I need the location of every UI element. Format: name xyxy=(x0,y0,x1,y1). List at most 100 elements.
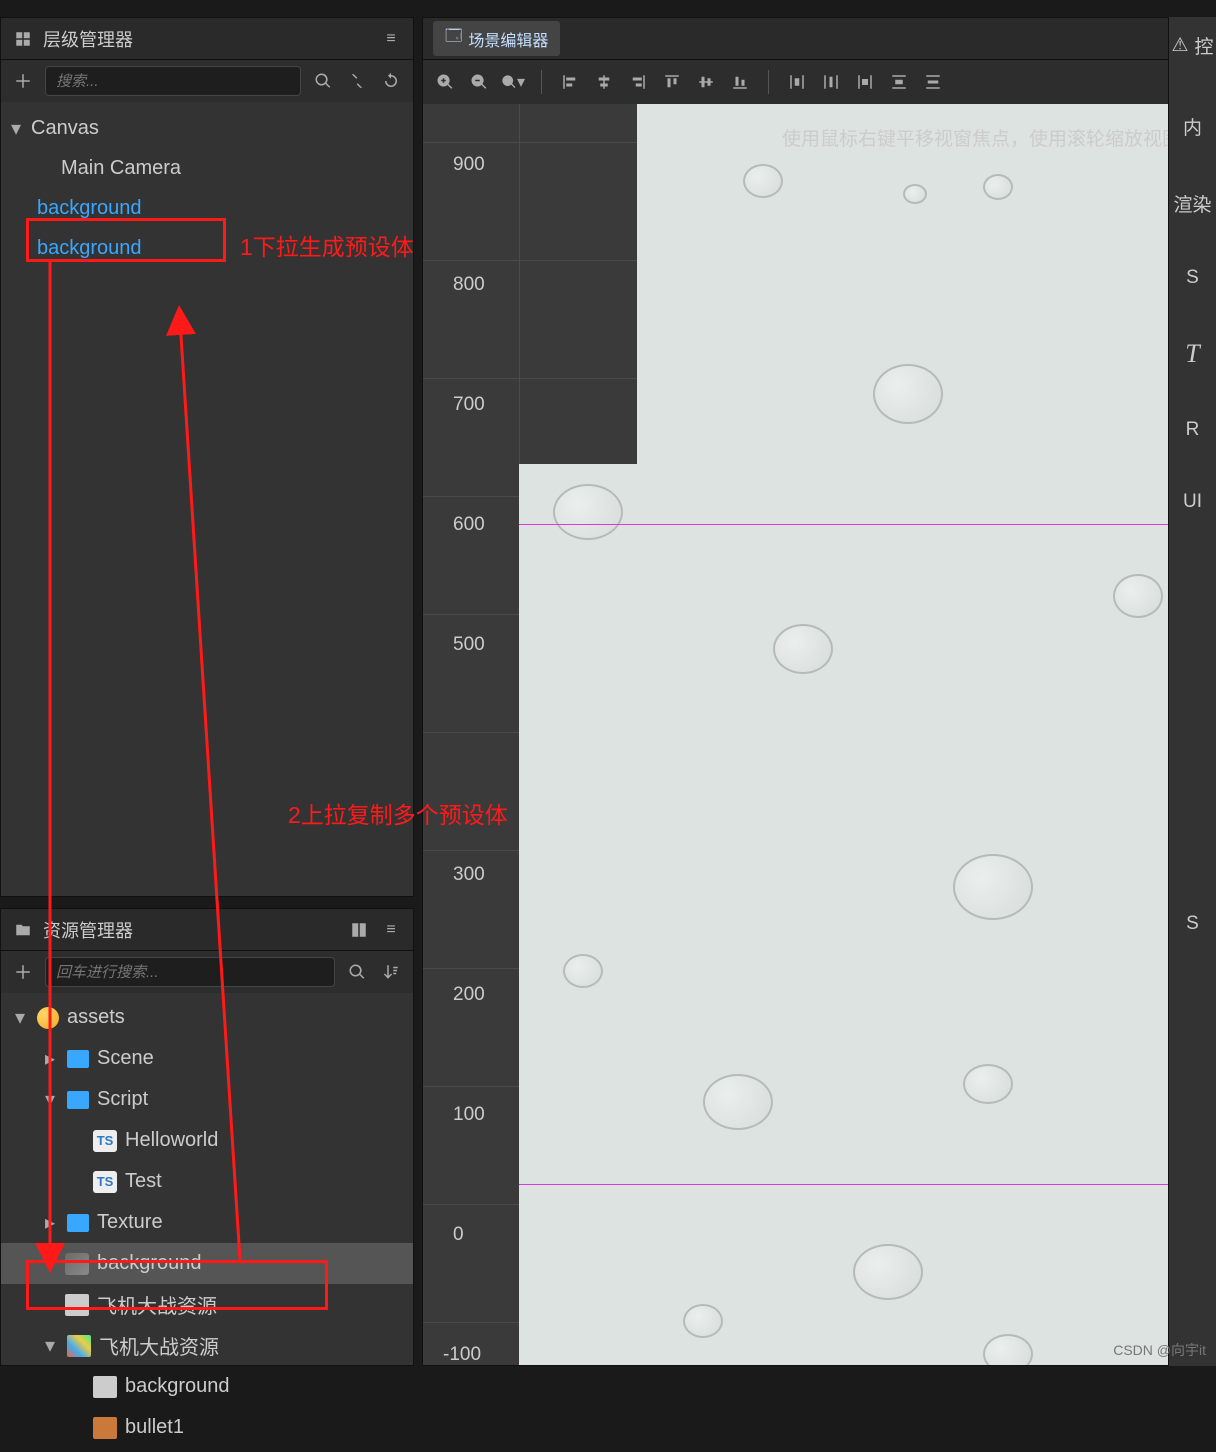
inspector-strip: ⚠ 控 内 渲染 S T R UI S xyxy=(1168,17,1216,1366)
asset-label: bullet1 xyxy=(125,1416,184,1439)
zoom-in-icon[interactable] xyxy=(433,70,457,94)
align-left-icon[interactable] xyxy=(558,70,582,94)
align-right-icon[interactable] xyxy=(626,70,650,94)
crater xyxy=(743,164,783,198)
inspector-item[interactable]: S xyxy=(1186,267,1199,289)
annotation-text-2: 2上拉复制多个预设体 xyxy=(288,796,508,830)
assets-tree: ▾ assets ▸ Scene ▾ Script TS Helloworld … xyxy=(1,993,413,1452)
asset-img-background[interactable]: background xyxy=(1,1366,413,1407)
crater xyxy=(853,1244,923,1300)
asset-label: 飞机大战资源 xyxy=(99,1331,219,1360)
annotation-box-2 xyxy=(26,1260,328,1310)
distribute-hcenter-icon[interactable] xyxy=(819,70,843,94)
inspector-item[interactable]: S xyxy=(1186,913,1199,935)
scene-tab-title: 场景编辑器 xyxy=(468,27,548,51)
sort-icon[interactable] xyxy=(379,960,403,984)
asset-script-helloworld[interactable]: TS Helloworld xyxy=(1,1120,413,1161)
asset-label: Script xyxy=(97,1088,148,1111)
distribute-h2-icon[interactable] xyxy=(853,70,877,94)
separator xyxy=(541,70,542,94)
assets-title: 资源管理器 xyxy=(43,917,339,943)
align-bottom-icon[interactable] xyxy=(728,70,752,94)
collapse-icon[interactable] xyxy=(345,69,369,93)
inspector-item[interactable]: T xyxy=(1185,339,1199,369)
add-node-button[interactable] xyxy=(11,69,35,93)
node-label: Canvas xyxy=(31,117,99,140)
guideline-horizontal xyxy=(519,524,1211,525)
inspector-item[interactable]: UI xyxy=(1183,491,1202,513)
tree-item-main-camera[interactable]: Main Camera xyxy=(1,148,413,188)
game-area xyxy=(519,464,1179,1054)
inspector-item[interactable]: R xyxy=(1186,419,1200,441)
hierarchy-menu-icon[interactable]: ≡ xyxy=(379,27,403,51)
search-icon[interactable] xyxy=(345,960,369,984)
assets-search-input[interactable] xyxy=(45,957,335,987)
ruler-tick: 800 xyxy=(453,274,485,296)
scene-tab[interactable]: 🗔 场景编辑器 xyxy=(433,21,560,56)
image-icon xyxy=(93,1417,117,1439)
zoom-dropdown-icon[interactable]: ▾ xyxy=(501,70,525,94)
hierarchy-search-field[interactable] xyxy=(56,73,290,90)
search-icon[interactable] xyxy=(311,69,335,93)
ruler-tick: 700 xyxy=(453,394,485,416)
viewport-hint: 使用鼠标右键平移视窗焦点，使用滚轮缩放视图 xyxy=(782,124,1181,151)
typescript-icon: TS xyxy=(93,1130,117,1152)
assets-header: 资源管理器 ≡ xyxy=(1,909,413,951)
folder-icon xyxy=(67,1214,89,1232)
watermark: CSDN @向宇it xyxy=(1113,1340,1206,1360)
hierarchy-icon xyxy=(11,27,35,51)
scene-canvas[interactable]: 使用鼠标右键平移视窗焦点，使用滚轮缩放视图 900 800 700 600 50… xyxy=(423,104,1211,1365)
folder-icon xyxy=(67,1091,89,1109)
scene-toolbar: ▾ xyxy=(423,60,1211,104)
chevron-down-icon[interactable]: ▾ xyxy=(41,1333,59,1358)
assets-menu-icon[interactable]: ≡ xyxy=(379,918,403,942)
asset-folder-texture[interactable]: ▸ Texture xyxy=(1,1202,413,1243)
asset-img-bullet1[interactable]: bullet1 xyxy=(1,1407,413,1448)
tree-item-canvas[interactable]: ▾ Canvas xyxy=(1,108,413,148)
align-hcenter-icon[interactable] xyxy=(592,70,616,94)
crater xyxy=(553,484,623,540)
asset-folder-script[interactable]: ▾ Script xyxy=(1,1079,413,1120)
asset-label: Scene xyxy=(97,1047,154,1070)
distribute-v2-icon[interactable] xyxy=(921,70,945,94)
folder-icon xyxy=(11,918,35,942)
chevron-down-icon[interactable]: ▾ xyxy=(41,1087,59,1112)
asset-label: Texture xyxy=(97,1211,163,1234)
inspector-header[interactable]: ⚠ 控 xyxy=(1171,27,1213,63)
asset-label: Test xyxy=(125,1170,162,1193)
asset-folder-assets[interactable]: ▾ assets xyxy=(1,997,413,1038)
assets-search-field[interactable] xyxy=(56,964,324,981)
asset-label: assets xyxy=(67,1006,125,1029)
hierarchy-toolbar xyxy=(1,60,413,102)
chevron-right-icon[interactable]: ▸ xyxy=(41,1210,59,1235)
scene-header: 🗔 场景编辑器 ≡ xyxy=(423,18,1211,60)
distribute-h-icon[interactable] xyxy=(785,70,809,94)
chevron-down-icon[interactable]: ▾ xyxy=(11,1005,29,1030)
zoom-out-icon[interactable] xyxy=(467,70,491,94)
inspector-item[interactable]: 渲染 xyxy=(1173,190,1211,217)
hierarchy-search-input[interactable] xyxy=(45,66,301,96)
hierarchy-title: 层级管理器 xyxy=(43,26,371,52)
chevron-down-icon[interactable]: ▾ xyxy=(11,116,31,141)
refresh-icon[interactable] xyxy=(379,69,403,93)
align-vcenter-icon[interactable] xyxy=(694,70,718,94)
crater xyxy=(1113,574,1163,618)
ruler-tick: 0 xyxy=(453,1224,464,1246)
asset-label: background xyxy=(125,1375,230,1398)
ruler-tick: 300 xyxy=(453,864,485,886)
distribute-v-icon[interactable] xyxy=(887,70,911,94)
inspector-title: 控 xyxy=(1195,32,1214,59)
inspector-item[interactable]: 内 xyxy=(1183,113,1202,140)
guideline-horizontal xyxy=(519,1184,1211,1185)
asset-folder-scene[interactable]: ▸ Scene xyxy=(1,1038,413,1079)
layout-icon[interactable] xyxy=(347,918,371,942)
asset-pack-2[interactable]: ▾ 飞机大战资源 xyxy=(1,1325,413,1366)
chevron-right-icon[interactable]: ▸ xyxy=(41,1046,59,1071)
scene-editor-panel: 🗔 场景编辑器 ≡ ▾ xyxy=(422,17,1212,1366)
hierarchy-panel: 层级管理器 ≡ ▾ Canvas Main Camera background … xyxy=(0,17,414,897)
crater xyxy=(983,174,1013,200)
align-top-icon[interactable] xyxy=(660,70,684,94)
add-asset-button[interactable] xyxy=(11,960,35,984)
asset-script-test[interactable]: TS Test xyxy=(1,1161,413,1202)
assets-root-icon xyxy=(37,1007,59,1029)
